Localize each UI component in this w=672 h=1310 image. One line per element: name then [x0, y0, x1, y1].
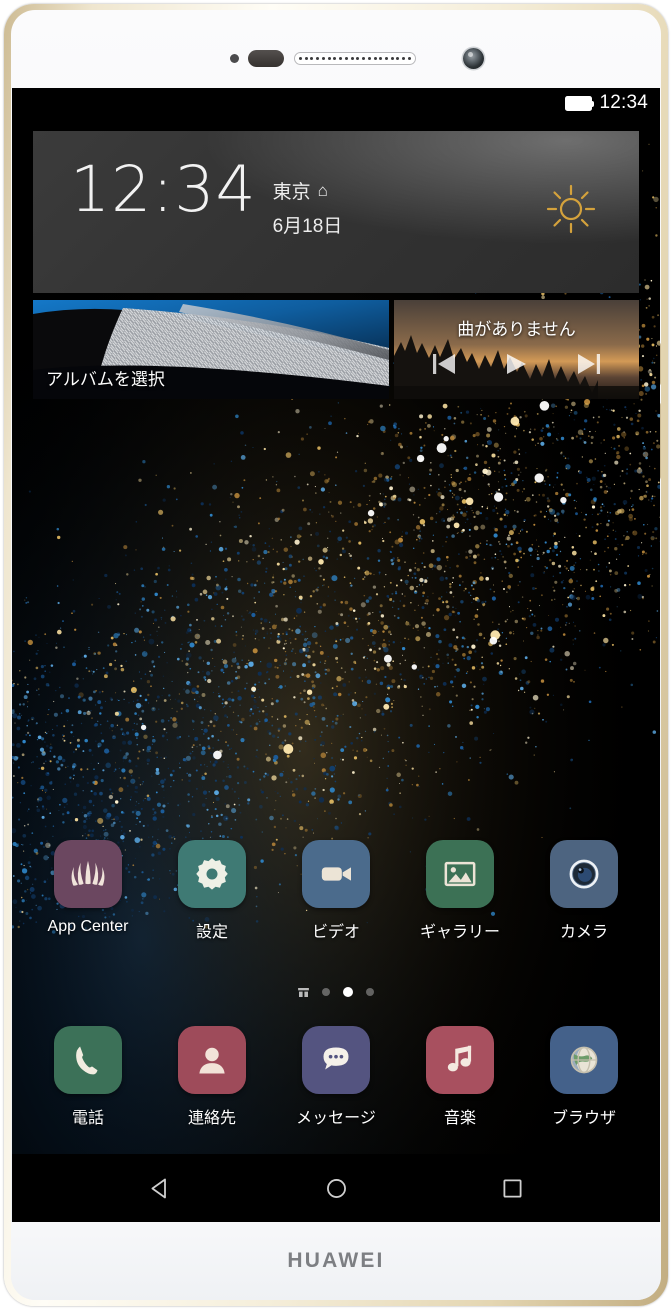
app-center-icon-tile[interactable]: [54, 840, 122, 908]
huawei-flower-icon: [71, 860, 105, 886]
page-indicator: [12, 987, 660, 997]
page-dot[interactable]: [366, 988, 374, 996]
gear-icon: [196, 858, 228, 890]
navigation-bar: [12, 1154, 660, 1222]
app-row-dock: 電話 連絡先 メッセージ 音楽 ブラウザ: [12, 1026, 660, 1128]
clock-row: 12:34 東京 ⌂ 6月18日: [70, 153, 343, 238]
app-label: ビデオ: [311, 924, 360, 941]
app-label: 連絡先: [187, 1110, 236, 1127]
status-bar-time: 12:34: [599, 92, 648, 113]
earpiece-grille-icon: [294, 52, 416, 65]
proximity-sensor-icon: [230, 54, 239, 63]
phone-icon-tile[interactable]: [54, 1026, 122, 1094]
play-button[interactable]: [503, 352, 529, 376]
brand-logo: HUAWEI: [287, 1249, 385, 1272]
next-button[interactable]: [576, 352, 602, 376]
phone-screen: 12:34 12:34 東京 ⌂ 6月18日 アルバムを選択 曲がありません A…: [12, 88, 660, 1222]
widget-row: アルバムを選択 曲がありません: [33, 300, 639, 399]
app-contacts[interactable]: 連絡先: [164, 1026, 260, 1128]
app-label: メッセージ: [296, 1110, 376, 1127]
messages-icon-tile[interactable]: [302, 1026, 370, 1094]
camcorder-icon: [321, 867, 351, 881]
music-widget-label: 曲がありません: [457, 320, 576, 339]
app-label: 設定: [195, 924, 228, 941]
app-video[interactable]: ビデオ: [288, 840, 384, 942]
video-icon-tile[interactable]: [302, 840, 370, 908]
photo-album-widget[interactable]: アルバムを選択: [33, 300, 389, 399]
music-player-widget[interactable]: 曲がありません: [394, 300, 639, 399]
home-grid-icon[interactable]: [298, 987, 309, 997]
app-label: カメラ: [559, 924, 608, 941]
sun-icon: [546, 184, 596, 234]
page-dot[interactable]: [322, 988, 330, 996]
app-label: App Center: [47, 918, 129, 935]
contact-icon: [199, 1047, 225, 1074]
huawei-phone-device: 12:34 12:34 東京 ⌂ 6月18日 アルバムを選択 曲がありません A…: [0, 0, 672, 1310]
clock-widget-meta: 東京 ⌂ 6月18日: [273, 177, 343, 238]
phone-icon: [76, 1046, 98, 1075]
status-bar: 12:34: [12, 88, 660, 118]
page-dot-active[interactable]: [343, 987, 353, 997]
home-circle-icon: [326, 1178, 346, 1198]
browser-icon-tile[interactable]: [550, 1026, 618, 1094]
top-bezel: [11, 10, 661, 88]
clock-widget-city: 東京: [272, 182, 311, 203]
app-label: 電話: [71, 1110, 104, 1127]
app-label: 音楽: [443, 1110, 476, 1127]
app-phone[interactable]: 電話: [40, 1026, 136, 1128]
clock-weather-widget[interactable]: 12:34 東京 ⌂ 6月18日: [33, 131, 639, 293]
app-music[interactable]: 音楽: [412, 1026, 508, 1128]
bottom-bezel: HUAWEI: [11, 1222, 661, 1300]
camera-icon-tile[interactable]: [550, 840, 618, 908]
front-camera-icon: [463, 48, 484, 69]
contacts-icon-tile[interactable]: [178, 1026, 246, 1094]
back-triangle-icon: [151, 1178, 166, 1198]
app-label: ブラウザ: [551, 1110, 616, 1127]
app-camera[interactable]: カメラ: [536, 840, 632, 942]
previous-button[interactable]: [431, 352, 457, 376]
home-button[interactable]: [321, 1173, 351, 1203]
battery-full-icon: [565, 95, 595, 111]
app-row-primary: App Center 設定 ビデオ ギャラリー カメラ: [12, 840, 660, 942]
music-widget-controls: [394, 352, 639, 376]
clock-widget-time: 12:34: [70, 153, 257, 226]
camera-lens-icon: [569, 859, 599, 889]
gallery-icon-tile[interactable]: [426, 840, 494, 908]
home-location-icon: ⌂: [317, 180, 328, 200]
recents-square-icon: [503, 1179, 521, 1197]
app-browser[interactable]: ブラウザ: [536, 1026, 632, 1128]
chat-bubble-icon: [323, 1047, 349, 1070]
app-app-center[interactable]: App Center: [40, 840, 136, 942]
settings-icon-tile[interactable]: [178, 840, 246, 908]
clock-widget-city-row: 東京 ⌂: [273, 177, 343, 204]
music-icon-tile[interactable]: [426, 1026, 494, 1094]
light-sensor-icon: [248, 50, 284, 67]
photo-icon: [444, 861, 476, 887]
globe-icon: [570, 1046, 598, 1074]
app-gallery[interactable]: ギャラリー: [412, 840, 508, 942]
app-messages[interactable]: メッセージ: [288, 1026, 384, 1128]
clock-widget-date: 6月18日: [272, 216, 343, 237]
back-button[interactable]: [145, 1173, 175, 1203]
device-bezel: 12:34 12:34 東京 ⌂ 6月18日 アルバムを選択 曲がありません A…: [11, 10, 661, 1300]
photo-widget-label: アルバムを選択: [46, 370, 165, 389]
music-note-icon: [447, 1045, 472, 1072]
app-label: ギャラリー: [419, 924, 500, 941]
recents-button[interactable]: [497, 1173, 527, 1203]
app-settings[interactable]: 設定: [164, 840, 260, 942]
